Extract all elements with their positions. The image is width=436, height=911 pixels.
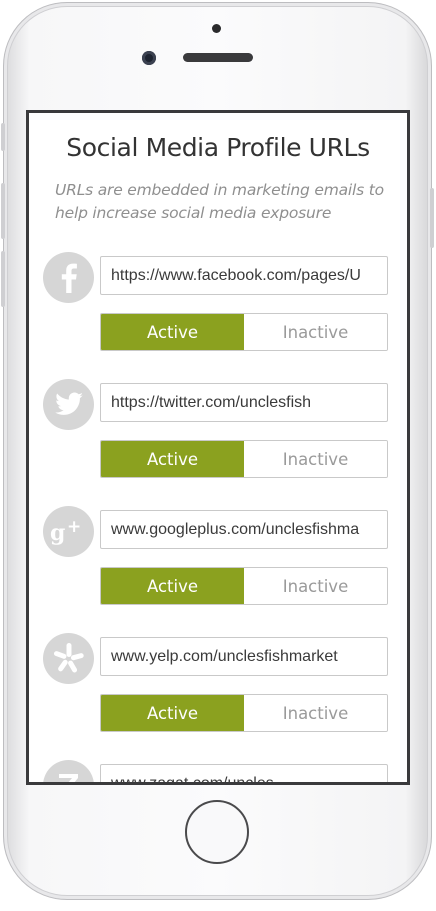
facebook-icon xyxy=(43,252,94,303)
profile-row-twitter: Active Inactive xyxy=(29,379,407,506)
volume-down-button xyxy=(1,251,5,307)
facebook-status-toggle: Active Inactive xyxy=(100,313,388,351)
facebook-inactive-option[interactable]: Inactive xyxy=(244,314,387,350)
screen: Social Media Profile URLs URLs are embed… xyxy=(26,110,410,785)
front-camera xyxy=(142,51,156,65)
svg-text:g: g xyxy=(50,520,65,546)
facebook-active-option[interactable]: Active xyxy=(101,314,244,350)
yelp-icon xyxy=(43,633,94,684)
twitter-status-toggle: Active Inactive xyxy=(100,440,388,478)
volume-up-button xyxy=(1,183,5,239)
proximity-sensor xyxy=(212,24,221,33)
svg-text:+: + xyxy=(67,517,81,537)
googleplus-status-toggle: Active Inactive xyxy=(100,567,388,605)
profile-row-googleplus: g + Active Inactive xyxy=(29,506,407,633)
profile-row-zagat xyxy=(29,760,407,782)
googleplus-active-option[interactable]: Active xyxy=(101,568,244,604)
yelp-status-toggle: Active Inactive xyxy=(100,694,388,732)
home-button[interactable] xyxy=(185,800,249,864)
googleplus-inactive-option[interactable]: Inactive xyxy=(244,568,387,604)
zagat-icon xyxy=(43,760,94,782)
yelp-active-option[interactable]: Active xyxy=(101,695,244,731)
zagat-url-input[interactable] xyxy=(100,764,388,782)
profile-row-yelp: Active Inactive xyxy=(29,633,407,760)
yelp-url-input[interactable] xyxy=(100,637,388,676)
yelp-inactive-option[interactable]: Inactive xyxy=(244,695,387,731)
page-title: Social Media Profile URLs xyxy=(66,133,370,162)
facebook-url-input[interactable] xyxy=(100,256,388,295)
power-button xyxy=(430,188,434,248)
google-plus-icon: g + xyxy=(43,506,94,557)
twitter-icon xyxy=(43,379,94,430)
twitter-url-input[interactable] xyxy=(100,383,388,422)
googleplus-url-input[interactable] xyxy=(100,510,388,549)
page-subtitle: URLs are embedded in marketing emails to… xyxy=(55,181,384,222)
twitter-inactive-option[interactable]: Inactive xyxy=(244,441,387,477)
mute-switch xyxy=(1,123,5,151)
earpiece-speaker xyxy=(183,53,253,62)
twitter-active-option[interactable]: Active xyxy=(101,441,244,477)
profile-row-facebook: Active Inactive xyxy=(29,252,407,379)
